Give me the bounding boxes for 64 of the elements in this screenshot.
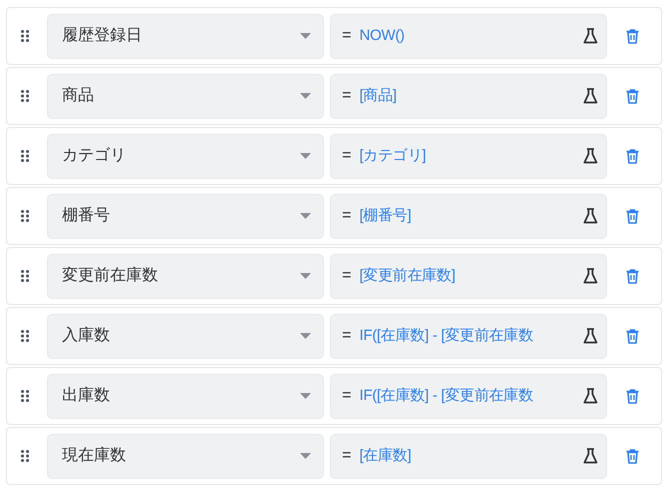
formula-field[interactable]: = [商品] — [330, 74, 607, 118]
column-select[interactable]: 商品 — [47, 74, 324, 118]
drag-handle-icon[interactable] — [21, 90, 29, 102]
delete-icon[interactable] — [626, 208, 639, 224]
drag-handle-icon[interactable] — [21, 150, 29, 162]
column-select[interactable]: カテゴリ — [47, 134, 324, 178]
column-select[interactable]: 出庫数 — [47, 374, 324, 418]
equals-sign: = — [342, 146, 352, 166]
caret-icon — [300, 393, 311, 399]
equals-sign: = — [342, 206, 352, 226]
column-select[interactable]: 変更前在庫数 — [47, 254, 324, 298]
caret-icon — [300, 273, 311, 279]
caret-icon — [300, 153, 311, 159]
flask-icon[interactable] — [583, 448, 598, 464]
formula-text: IF([在庫数] - [変更前在庫数 — [359, 326, 534, 346]
equals-sign: = — [342, 386, 352, 406]
flask-icon[interactable] — [583, 148, 598, 164]
delete-icon[interactable] — [626, 328, 639, 344]
formula-field[interactable]: = NOW() — [330, 14, 607, 58]
equals-sign: = — [342, 326, 352, 346]
caret-icon — [300, 333, 311, 339]
formula-text: [在庫数] — [359, 446, 412, 466]
formula-text: [カテゴリ] — [359, 146, 427, 166]
formula-field[interactable]: = [カテゴリ] — [330, 134, 607, 178]
delete-icon[interactable] — [626, 28, 639, 44]
delete-icon[interactable] — [626, 268, 639, 284]
caret-icon — [300, 213, 311, 219]
flask-icon[interactable] — [583, 88, 598, 104]
drag-handle-icon[interactable] — [21, 270, 29, 282]
flask-icon[interactable] — [583, 388, 598, 404]
equals-sign: = — [342, 26, 352, 46]
drag-handle-icon[interactable] — [21, 30, 29, 42]
delete-icon[interactable] — [626, 88, 639, 104]
flask-icon[interactable] — [583, 328, 598, 344]
formula-text: IF([在庫数] - [変更前在庫数 — [359, 386, 534, 406]
caret-icon — [300, 93, 311, 99]
formula-text: [棚番号] — [359, 206, 412, 226]
flask-icon[interactable] — [583, 268, 598, 284]
formula-field[interactable]: = [棚番号] — [330, 194, 607, 238]
equals-sign: = — [342, 446, 352, 466]
formula-field[interactable]: = IF([在庫数] - [変更前在庫数 — [330, 314, 607, 358]
equals-sign: = — [342, 86, 352, 106]
formula-field[interactable]: = IF([在庫数] - [変更前在庫数 — [330, 374, 607, 418]
caret-icon — [300, 453, 311, 459]
column-select[interactable]: 棚番号 — [47, 194, 324, 238]
column-select[interactable]: 履歴登録日 — [47, 14, 324, 58]
column-select[interactable]: 現在庫数 — [47, 434, 324, 478]
formula-field[interactable]: = [変更前在庫数] — [330, 254, 607, 298]
drag-handle-icon[interactable] — [21, 210, 29, 222]
flask-icon[interactable] — [583, 28, 598, 44]
drag-handle-icon[interactable] — [21, 390, 29, 402]
flask-icon[interactable] — [583, 208, 598, 224]
drag-handle-icon[interactable] — [21, 450, 29, 462]
formula-text: NOW() — [359, 26, 406, 46]
formula-field[interactable]: = [在庫数] — [330, 434, 607, 478]
delete-icon[interactable] — [626, 448, 639, 464]
formula-text: [商品] — [359, 86, 398, 106]
column-select[interactable]: 入庫数 — [47, 314, 324, 358]
delete-icon[interactable] — [626, 388, 639, 404]
equals-sign: = — [342, 266, 352, 286]
delete-icon[interactable] — [626, 148, 639, 164]
formula-text: [変更前在庫数] — [359, 266, 456, 286]
drag-handle-icon[interactable] — [21, 330, 29, 342]
caret-icon — [300, 33, 311, 39]
